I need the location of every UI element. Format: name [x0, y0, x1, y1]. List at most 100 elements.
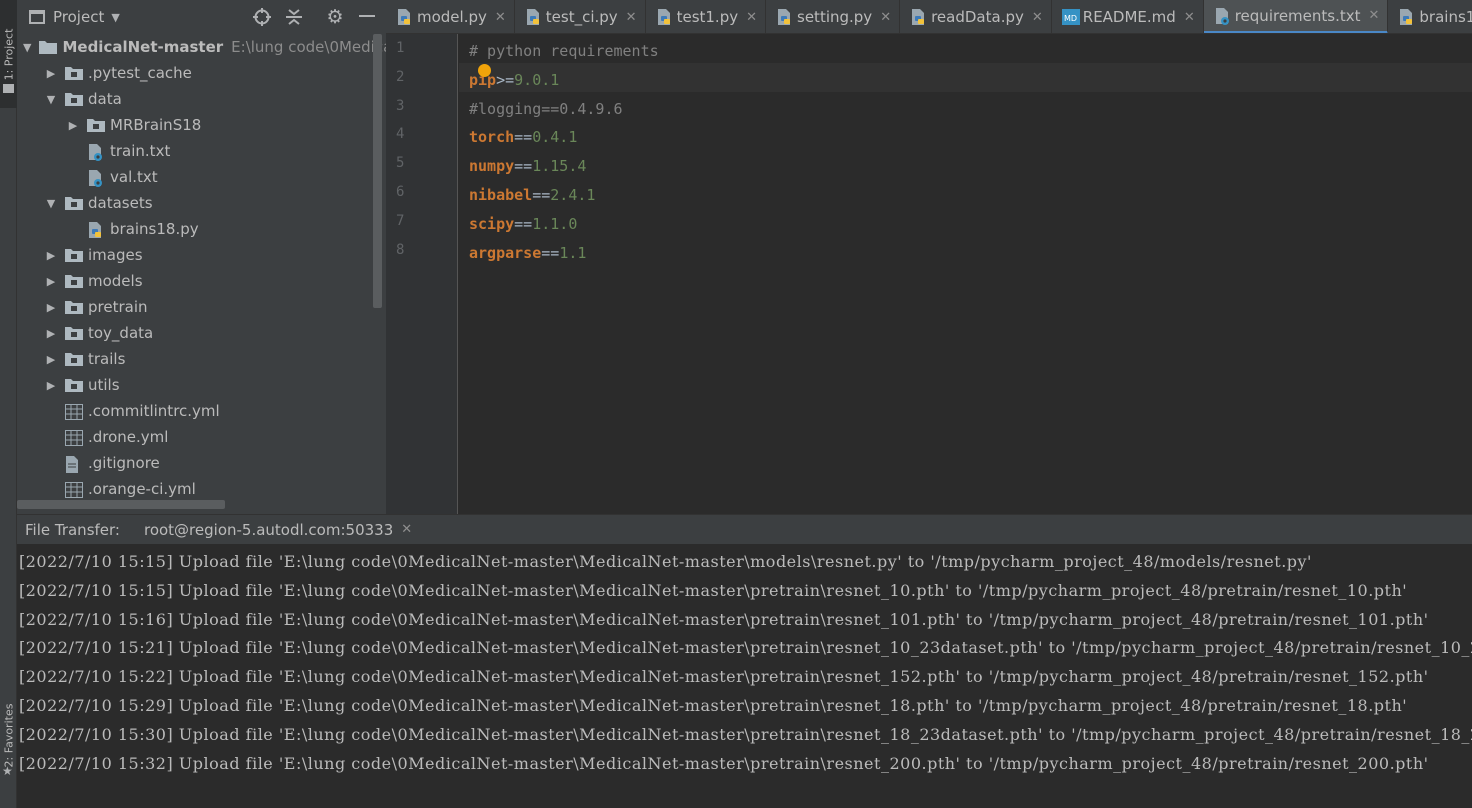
close-icon[interactable]: ✕ [880, 10, 891, 25]
tree-item-label: .gitignore [88, 454, 160, 472]
tree-item-label: data [88, 90, 122, 108]
folder-icon [65, 248, 83, 262]
version-value: 0.4.1 [532, 128, 578, 147]
editor-tab[interactable]: brains18 [1388, 0, 1472, 33]
intention-bulb-icon[interactable] [478, 64, 491, 77]
tree-item[interactable]: ▶ MRBrainS18 [17, 112, 386, 138]
chevron-down-icon[interactable]: ▼ [45, 93, 57, 106]
line-number: 4 [396, 126, 405, 143]
chevron-right-icon[interactable]: ▶ [45, 275, 57, 288]
chevron-right-icon[interactable]: ▶ [45, 379, 57, 392]
file-transfer-log[interactable]: [2022/7/10 15:15] Upload file 'E:\lung c… [17, 544, 1472, 808]
tree-item[interactable]: ▶ .pytest_cache [17, 60, 386, 86]
tree-root[interactable]: ▼ MedicalNet-master E:\lung code\0Medica… [17, 34, 386, 60]
chevron-right-icon[interactable]: ▶ [45, 353, 57, 366]
log-line: [2022/7/10 15:32] Upload file 'E:\lung c… [19, 753, 1429, 773]
chevron-down-icon[interactable]: ▼ [45, 197, 57, 210]
tree-item[interactable]: .gitignore [17, 450, 386, 476]
line-number: 3 [396, 97, 405, 114]
gear-icon[interactable]: ⚙ [325, 6, 345, 28]
package-name: argparse [469, 243, 542, 262]
tree-vertical-scrollbar[interactable] [373, 34, 382, 308]
folder-icon [65, 352, 83, 366]
editor-tab[interactable]: model.py ✕ [386, 0, 515, 33]
markdown-file-icon: MD [1061, 9, 1080, 25]
tree-item-label: images [88, 246, 143, 264]
tree-item[interactable]: ▶ models [17, 268, 386, 294]
project-view-icon [29, 10, 45, 24]
editor-tab[interactable]: setting.py ✕ [766, 0, 901, 33]
tree-item[interactable]: ▶ trails [17, 346, 386, 372]
current-line-highlight [459, 63, 1472, 92]
tree-item-label: toy_data [88, 324, 154, 342]
favorites-star-icon[interactable]: ★ [2, 764, 13, 778]
log-line: [2022/7/10 15:15] Upload file 'E:\lung c… [19, 552, 1312, 571]
tree-item[interactable]: ▶ toy_data [17, 320, 386, 346]
line-number: 5 [396, 155, 405, 172]
project-view-selector[interactable]: Project ▼ [53, 8, 120, 26]
close-icon[interactable]: ✕ [1032, 10, 1043, 25]
close-icon[interactable]: ✕ [495, 10, 506, 25]
version-value: 1.1 [559, 243, 587, 262]
chevron-down-icon[interactable]: ▼ [23, 41, 31, 54]
text-file-icon [87, 170, 105, 187]
code-line: nibabel==2.4.1 [469, 186, 595, 204]
code-line: #logging==0.4.9.6 [469, 100, 623, 118]
line-number: 2 [396, 68, 405, 85]
chevron-right-icon[interactable]: ▶ [45, 249, 57, 262]
close-icon[interactable]: ✕ [1184, 10, 1195, 25]
tree-item[interactable]: ▼ data [17, 86, 386, 112]
tree-item[interactable]: ▶ images [17, 242, 386, 268]
collapse-all-icon[interactable] [284, 7, 304, 27]
editor-tab[interactable]: readData.py ✕ [900, 0, 1052, 33]
tree-item[interactable]: brains18.py [17, 216, 386, 242]
tree-item[interactable]: val.txt [17, 164, 386, 190]
tree-item-label: MRBrainS18 [110, 116, 202, 134]
tree-item-label: datasets [88, 194, 153, 212]
tree-root-path: E:\lung code\0MedicalN [231, 38, 386, 56]
close-icon[interactable]: ✕ [626, 10, 637, 25]
tree-item-label: .commitlintrc.yml [88, 402, 220, 420]
version-value: 2.4.1 [550, 186, 596, 204]
tree-item[interactable]: ▶ utils [17, 372, 386, 398]
editor-tab-label: test_ci.py [545, 8, 618, 26]
editor-tab[interactable]: test_ci.py ✕ [515, 0, 646, 33]
editor-tab-label: model.py [417, 8, 487, 26]
tree-item[interactable]: ▼ datasets [17, 190, 386, 216]
tree-item[interactable]: .orange-ci.yml [17, 476, 386, 502]
close-icon[interactable]: ✕ [746, 10, 757, 25]
python-file-icon [525, 9, 541, 25]
tree-horizontal-scrollbar[interactable] [17, 500, 225, 509]
close-icon[interactable]: ✕ [1369, 8, 1380, 23]
chevron-right-icon[interactable]: ▶ [45, 301, 57, 314]
package-name: numpy [469, 157, 515, 176]
file-transfer-tab[interactable]: root@region-5.autodl.com:50333 ✕ [144, 521, 412, 539]
minimize-icon[interactable] [357, 7, 377, 27]
close-icon[interactable]: ✕ [401, 522, 412, 537]
editor-tab-bar: model.py ✕ test_ci.py ✕ test1.py ✕ setting.py ✕… [386, 0, 1472, 34]
tree-item[interactable]: .commitlintrc.yml [17, 398, 386, 424]
line-number: 6 [396, 184, 405, 200]
editor-tab[interactable]: MD README.md ✕ [1052, 0, 1204, 33]
editor-tab[interactable]: requirements.txt ✕ [1203, 0, 1389, 33]
tree-item[interactable]: train.txt [17, 138, 386, 164]
chevron-right-icon[interactable]: ▶ [45, 67, 57, 80]
chevron-right-icon[interactable]: ▶ [45, 327, 57, 340]
left-tool-strip: 1: Project 2: Favorites ★ [0, 0, 17, 808]
editor-tab[interactable]: test1.py ✕ [646, 0, 767, 33]
tree-item[interactable]: .drone.yml [17, 424, 386, 450]
code-editor[interactable]: # python requirements pip>=9.0.1 #logging=… [459, 34, 1472, 514]
tree-item[interactable]: ▶ pretrain [17, 294, 386, 320]
file-transfer-header: File Transfer: root@region-5.autodl.com:… [17, 514, 1472, 544]
chevron-right-icon[interactable]: ▶ [67, 119, 79, 132]
version-operator: == [514, 214, 533, 233]
tree-item-label: trails [88, 350, 126, 368]
folder-icon [65, 196, 83, 210]
locate-icon[interactable] [252, 7, 272, 27]
tree-root-name: MedicalNet-master [62, 38, 224, 56]
log-line: [2022/7/10 15:16] Upload file 'E:\lung c… [19, 609, 1429, 629]
python-file-icon [656, 9, 672, 25]
yaml-file-icon [65, 404, 83, 420]
